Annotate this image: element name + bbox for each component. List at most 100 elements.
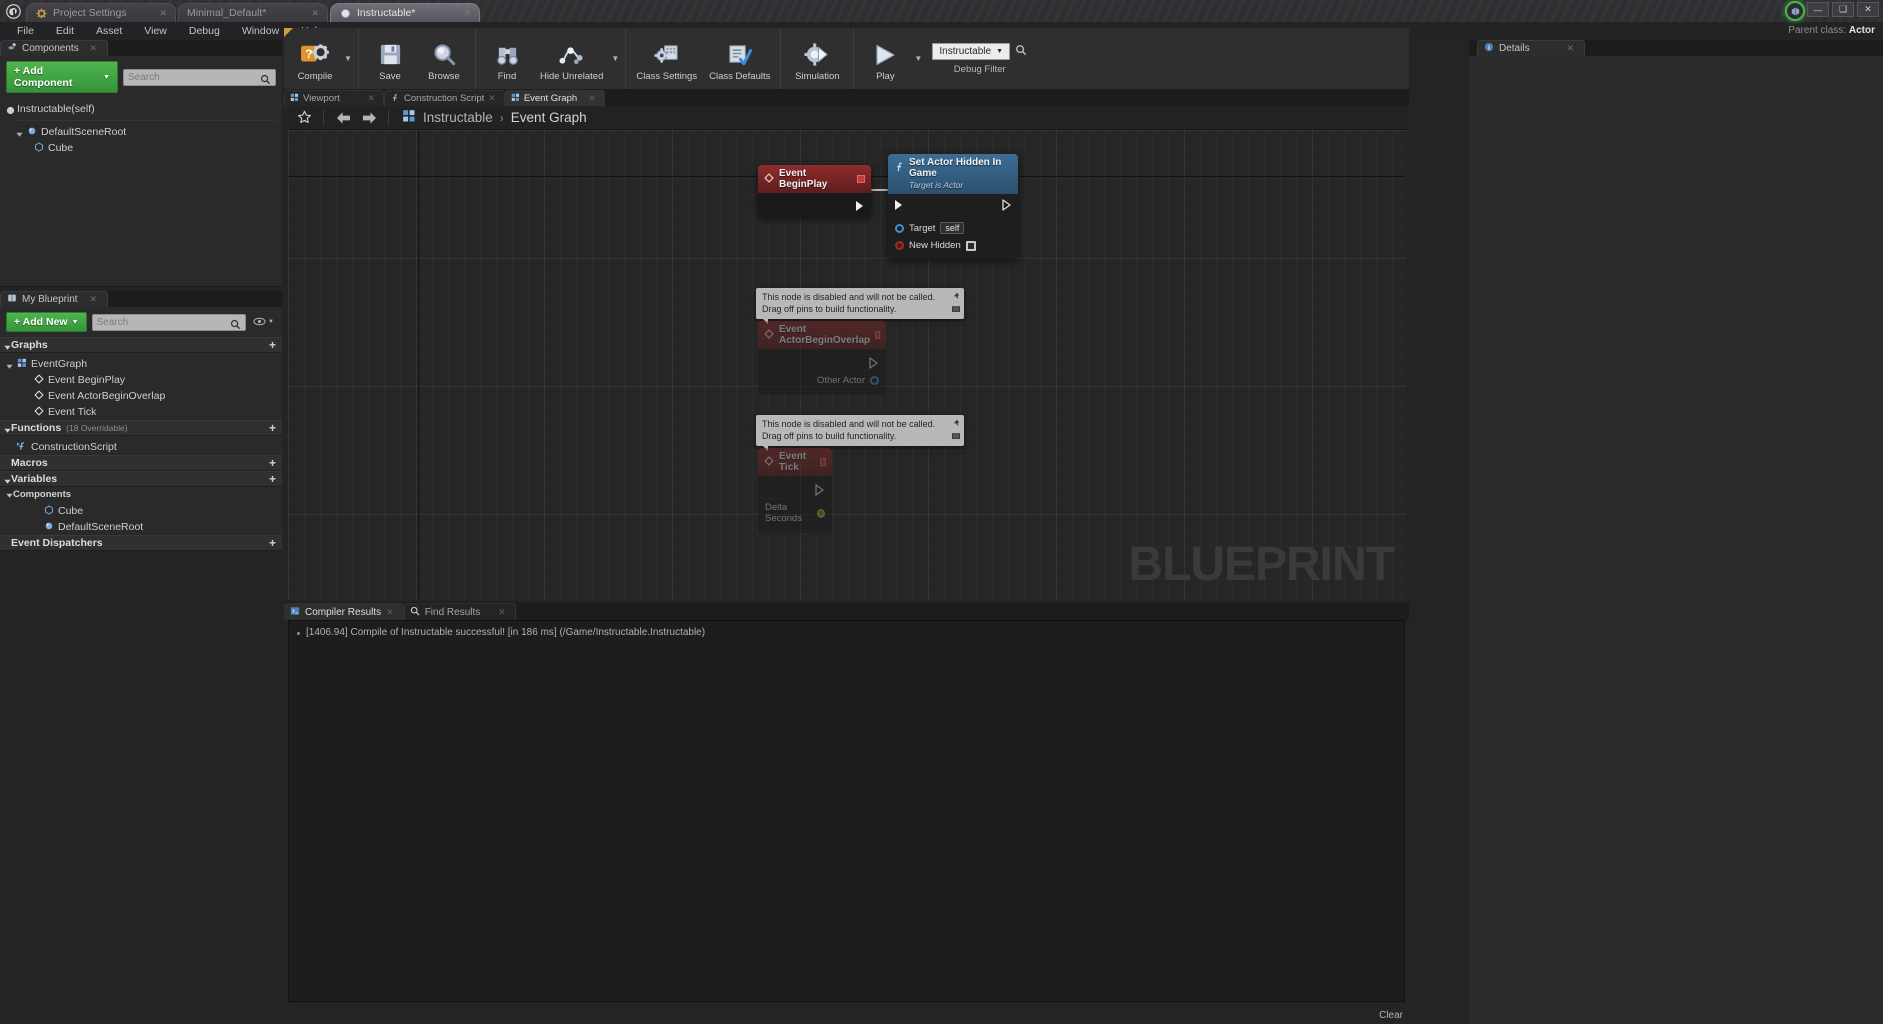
- graph-row-event-beginplay[interactable]: Event BeginPlay: [0, 372, 282, 388]
- close-icon[interactable]: ✕: [498, 607, 506, 618]
- tab-details[interactable]: i Details ✕: [1477, 40, 1585, 56]
- new-hidden-checkbox[interactable]: [966, 241, 976, 251]
- object-pin-icon[interactable]: [870, 376, 879, 385]
- expander-triangle-icon[interactable]: [4, 342, 11, 349]
- expander-triangle-icon[interactable]: [4, 425, 11, 432]
- exec-output-pin[interactable]: [855, 199, 865, 217]
- compiler-results-log[interactable]: [1406.94] Compile of Instructable succes…: [288, 620, 1405, 1002]
- pin-value-target[interactable]: self: [940, 222, 964, 234]
- compile-button[interactable]: ? Compile: [288, 36, 342, 82]
- graph-row-eventgraph[interactable]: EventGraph: [0, 356, 282, 372]
- graph-tab-strip[interactable]: Viewport ✕ Construction Script ✕ Event G…: [284, 90, 1409, 106]
- event-graph-canvas[interactable]: BLUEPRINT Event BeginPlay: [288, 130, 1406, 600]
- tab-viewport[interactable]: Viewport ✕: [284, 90, 384, 106]
- node-event-actorbeginoverlap[interactable]: Event ActorBeginOverlap Other Actor: [758, 321, 886, 395]
- tooltip-icons[interactable]: [952, 291, 960, 316]
- variables-components-tree[interactable]: Cube DefaultSceneRoot: [0, 502, 282, 535]
- class-settings-button[interactable]: Class Settings: [630, 36, 703, 82]
- my-blueprint-search-input[interactable]: [97, 317, 231, 328]
- favorite-star-icon[interactable]: [294, 108, 314, 128]
- section-variables[interactable]: Variables +: [0, 471, 282, 487]
- breadcrumb-root[interactable]: Instructable: [423, 110, 493, 125]
- navigate-back-button[interactable]: [333, 108, 353, 128]
- graphs-tree[interactable]: EventGraph Event BeginPlay Event ActorBe…: [0, 353, 282, 420]
- variable-row-cube[interactable]: Cube: [0, 503, 282, 519]
- doc-tab-instructable[interactable]: Instructable* ✕: [330, 3, 480, 22]
- close-icon[interactable]: ✕: [311, 8, 319, 19]
- subsection-components[interactable]: Components: [0, 487, 282, 502]
- doc-tab-project-settings[interactable]: Project Settings ✕: [26, 3, 176, 22]
- close-icon[interactable]: ✕: [159, 8, 167, 19]
- add-function-button[interactable]: +: [269, 421, 276, 435]
- section-functions[interactable]: Functions (18 Overridable) +: [0, 420, 282, 436]
- variable-row-defaultsceneroot[interactable]: DefaultSceneRoot: [0, 519, 282, 535]
- comment-tooltip-icon[interactable]: [952, 304, 960, 316]
- tab-find-results[interactable]: Find Results ✕: [404, 603, 516, 620]
- node-pin-delta-seconds[interactable]: Delta Seconds: [758, 499, 832, 527]
- play-button[interactable]: Play: [858, 36, 912, 82]
- components-search-input[interactable]: [128, 72, 260, 83]
- component-row-self[interactable]: Instructable(self): [0, 101, 282, 117]
- node-exec-output-row[interactable]: [758, 354, 886, 372]
- log-entry[interactable]: [1406.94] Compile of Instructable succes…: [289, 621, 1404, 644]
- pin-tooltip-icon[interactable]: [952, 291, 960, 303]
- play-options-caret-icon[interactable]: ▼: [912, 54, 924, 63]
- expander-triangle-icon[interactable]: [16, 129, 23, 136]
- clear-log-button[interactable]: Clear: [1379, 1010, 1403, 1021]
- tab-construction-script[interactable]: Construction Script ✕: [384, 90, 505, 106]
- functions-tree[interactable]: ConstructionScript: [0, 436, 282, 455]
- exec-input-pin[interactable]: [894, 198, 904, 216]
- section-graphs[interactable]: Graphs +: [0, 337, 282, 353]
- add-variable-button[interactable]: +: [269, 472, 276, 486]
- debug-filter-search-icon[interactable]: [1015, 43, 1027, 61]
- compile-options-caret-icon[interactable]: ▼: [342, 54, 354, 63]
- my-blueprint-search-box[interactable]: [92, 314, 247, 331]
- debug-filter-combo[interactable]: Instructable ▼: [932, 43, 1010, 60]
- close-icon[interactable]: ✕: [89, 43, 97, 54]
- node-pin-target[interactable]: Target self: [888, 219, 1018, 237]
- doc-tab-minimal-default[interactable]: Minimal_Default* ✕: [178, 3, 328, 22]
- menu-view[interactable]: View: [133, 22, 178, 40]
- component-row-defaultsceneroot[interactable]: DefaultSceneRoot: [0, 124, 282, 140]
- graph-row-event-tick[interactable]: Event Tick: [0, 404, 282, 420]
- close-button[interactable]: ✕: [1857, 2, 1879, 17]
- node-event-tick[interactable]: Event Tick Delta Seconds: [758, 448, 832, 533]
- close-icon[interactable]: ✕: [463, 8, 471, 19]
- breadcrumb[interactable]: Instructable › Event Graph: [402, 109, 587, 126]
- add-macro-button[interactable]: +: [269, 456, 276, 470]
- hide-unrelated-caret-icon[interactable]: ▼: [609, 54, 621, 63]
- function-row-constructionscript[interactable]: ConstructionScript: [0, 439, 282, 455]
- expander-triangle-icon[interactable]: [6, 491, 13, 498]
- close-icon[interactable]: ✕: [367, 93, 375, 104]
- tab-components[interactable]: Components ✕: [0, 40, 108, 56]
- node-pin-new-hidden[interactable]: New Hidden: [888, 237, 1018, 254]
- results-tab-strip[interactable]: Compiler Results ✕ Find Results ✕: [284, 602, 1409, 620]
- close-icon[interactable]: ✕: [89, 294, 97, 305]
- hide-unrelated-button[interactable]: Hide Unrelated: [534, 36, 609, 82]
- add-component-button[interactable]: + Add Component ▼: [6, 61, 118, 93]
- pin-tooltip-icon[interactable]: [952, 418, 960, 430]
- close-icon[interactable]: ✕: [386, 607, 394, 618]
- components-search-box[interactable]: [123, 69, 276, 86]
- bool-pin-icon[interactable]: [895, 241, 904, 250]
- node-exec-output-row[interactable]: [758, 481, 832, 499]
- window-controls[interactable]: — ❑ ✕: [1807, 2, 1879, 17]
- expander-triangle-icon[interactable]: [4, 476, 11, 483]
- tab-compiler-results[interactable]: Compiler Results ✕: [284, 603, 404, 620]
- add-new-button[interactable]: + Add New ▼: [6, 312, 87, 332]
- tooltip-icons[interactable]: [952, 418, 960, 443]
- add-graph-button[interactable]: +: [269, 338, 276, 352]
- section-macros[interactable]: Macros +: [0, 455, 282, 471]
- visibility-options-button[interactable]: ▼: [251, 317, 276, 328]
- object-pin-icon[interactable]: [895, 224, 904, 233]
- comment-tooltip-icon[interactable]: [952, 431, 960, 443]
- tab-event-graph[interactable]: Event Graph ✕: [505, 90, 605, 106]
- node-breakpoint-badge[interactable]: [875, 331, 880, 339]
- close-icon[interactable]: ✕: [1566, 43, 1574, 54]
- section-event-dispatchers[interactable]: Event Dispatchers +: [0, 535, 282, 551]
- add-event-dispatcher-button[interactable]: +: [269, 536, 276, 550]
- minimize-button[interactable]: —: [1807, 2, 1829, 17]
- close-icon[interactable]: ✕: [588, 93, 596, 104]
- maximize-button[interactable]: ❑: [1832, 2, 1854, 17]
- node-breakpoint-badge[interactable]: [857, 175, 865, 183]
